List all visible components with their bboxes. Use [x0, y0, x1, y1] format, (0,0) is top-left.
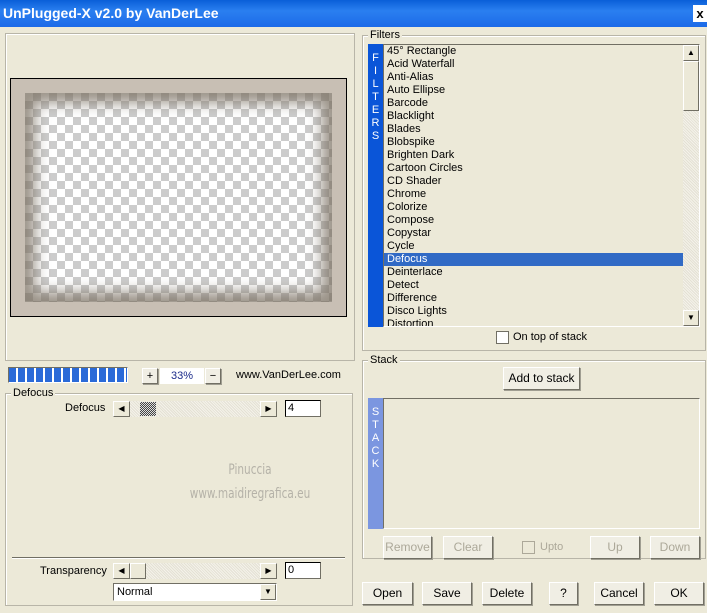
watermark-line: Pinuccia	[228, 462, 272, 478]
left-arrow-icon[interactable]: ◀	[113, 563, 130, 579]
upto-label: Upto	[540, 541, 564, 553]
blend-mode-select[interactable]: Normal ▼	[113, 583, 277, 601]
filter-item[interactable]: Acid Waterfall	[384, 58, 683, 71]
blend-mode-value: Normal	[117, 586, 153, 598]
filters-list[interactable]: 45° Rectangle Acid Waterfall Anti-Alias Aut…	[383, 44, 700, 327]
help-button[interactable]: ?	[549, 582, 578, 605]
stack-list[interactable]	[383, 398, 700, 529]
clear-button[interactable]: Clear	[443, 536, 493, 559]
progress-bar	[8, 367, 128, 383]
preview-canvas	[25, 93, 332, 302]
watermark-line: www.maidiregrafica.eu	[189, 486, 311, 502]
scroll-down-icon[interactable]: ▼	[683, 310, 699, 326]
slider-thumb[interactable]	[130, 563, 146, 579]
on-top-checkbox[interactable]	[496, 331, 509, 344]
filter-item[interactable]: 45° Rectangle	[384, 45, 683, 58]
transparency-value-input[interactable]: 0	[285, 562, 321, 579]
filters-side-label: FILTERS	[368, 44, 383, 327]
filter-item[interactable]: CD Shader	[384, 175, 683, 188]
defocus-slider[interactable]: ◀ ▶	[113, 401, 277, 417]
left-arrow-icon[interactable]: ◀	[113, 401, 130, 417]
ok-button[interactable]: OK	[654, 582, 704, 605]
filter-item[interactable]: Distortion	[384, 318, 683, 326]
filter-item[interactable]: Difference	[384, 292, 683, 305]
close-button[interactable]: x	[693, 5, 707, 22]
right-arrow-icon[interactable]: ▶	[260, 563, 277, 579]
stack-side-label: STACK	[368, 398, 383, 529]
on-top-label: On top of stack	[513, 331, 587, 343]
upto-checkbox[interactable]	[522, 541, 535, 554]
filter-item[interactable]: Detect	[384, 279, 683, 292]
open-button[interactable]: Open	[362, 582, 413, 605]
watermark: Pinuccia www.maidiregrafica.eu	[190, 458, 311, 506]
cancel-button[interactable]: Cancel	[594, 582, 644, 605]
filter-item[interactable]: Auto Ellipse	[384, 84, 683, 97]
stack-side-text: STACK	[371, 406, 380, 470]
down-button[interactable]: Down	[650, 536, 700, 559]
chevron-down-icon[interactable]: ▼	[260, 584, 276, 600]
filter-item[interactable]: Anti-Alias	[384, 71, 683, 84]
filter-item[interactable]: Compose	[384, 214, 683, 227]
title-bar: UnPlugged-X v2.0 by VanDerLee	[0, 0, 707, 27]
filter-item[interactable]: Colorize	[384, 201, 683, 214]
transparency-slider[interactable]: ◀ ▶	[113, 563, 277, 579]
add-to-stack-button[interactable]: Add to stack	[503, 367, 580, 390]
zoom-level: 33%	[160, 368, 204, 384]
filter-item[interactable]: Copystar	[384, 227, 683, 240]
scroll-up-icon[interactable]: ▲	[683, 45, 699, 61]
separator	[12, 557, 345, 559]
transparency-label: Transparency	[40, 565, 107, 577]
delete-button[interactable]: Delete	[482, 582, 532, 605]
stack-title: Stack	[368, 354, 400, 366]
zoom-out-button[interactable]: −	[205, 368, 221, 384]
defocus-value-input[interactable]: 4	[285, 400, 321, 417]
filter-item[interactable]: Cycle	[384, 240, 683, 253]
parameters-title: Defocus	[11, 387, 56, 399]
filter-item[interactable]: Chrome	[384, 188, 683, 201]
filter-item[interactable]: Cartoon Circles	[384, 162, 683, 175]
scroll-thumb[interactable]	[683, 61, 699, 111]
filter-item[interactable]: Brighten Dark	[384, 149, 683, 162]
filter-item[interactable]: Blobspike	[384, 136, 683, 149]
window-title: UnPlugged-X v2.0 by VanDerLee	[3, 5, 219, 21]
filters-scrollbar[interactable]: ▲ ▼	[683, 45, 699, 326]
right-arrow-icon[interactable]: ▶	[260, 401, 277, 417]
defocus-label: Defocus	[65, 402, 106, 414]
slider-thumb[interactable]	[140, 402, 156, 416]
filter-item[interactable]: Disco Lights	[384, 305, 683, 318]
preview-image[interactable]	[10, 78, 347, 317]
up-button[interactable]: Up	[590, 536, 640, 559]
filter-item[interactable]: Barcode	[384, 97, 683, 110]
filters-title: Filters	[368, 29, 402, 41]
zoom-in-button[interactable]: +	[142, 368, 158, 384]
filters-side-text: FILTERS	[371, 52, 380, 142]
filter-item[interactable]: Defocus	[384, 253, 683, 266]
save-button[interactable]: Save	[422, 582, 472, 605]
preview-panel	[5, 33, 355, 361]
filter-item[interactable]: Blacklight	[384, 110, 683, 123]
website-link[interactable]: www.VanDerLee.com	[236, 369, 341, 381]
filter-item[interactable]: Deinterlace	[384, 266, 683, 279]
remove-button[interactable]: Remove	[383, 536, 432, 559]
filter-item[interactable]: Blades	[384, 123, 683, 136]
